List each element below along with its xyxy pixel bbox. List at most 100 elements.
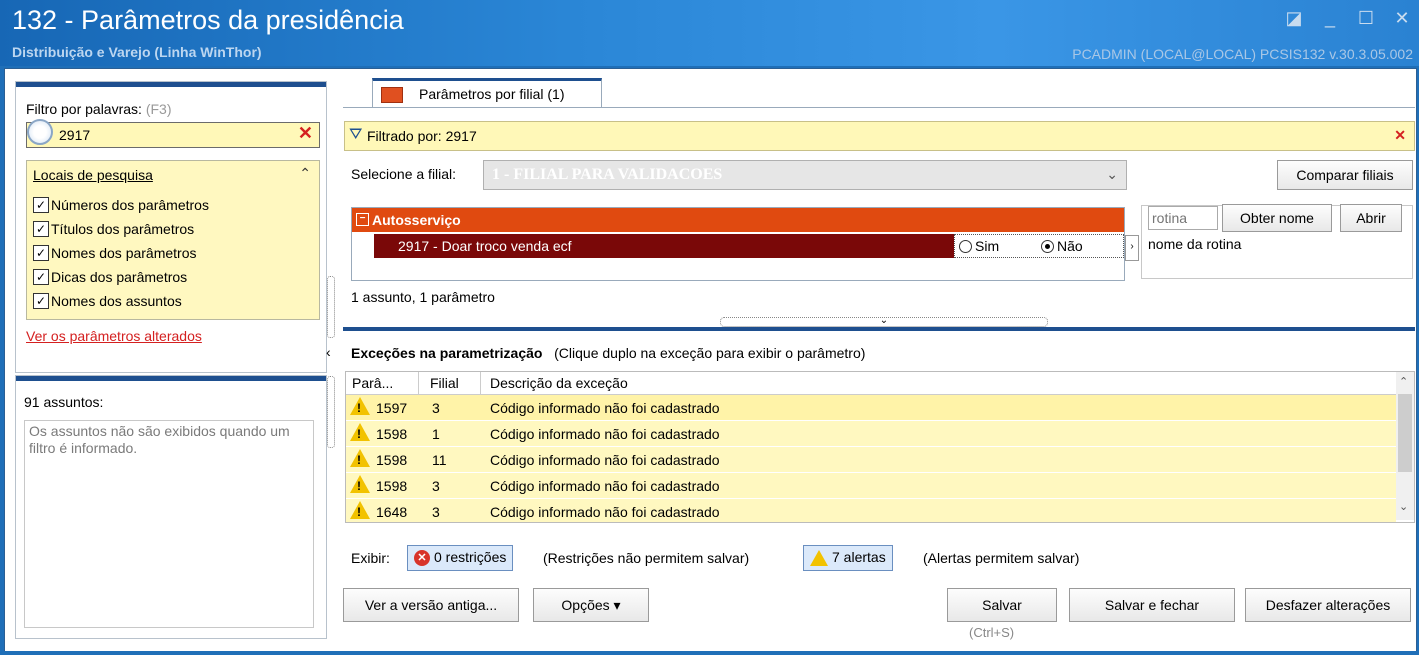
scroll-thumb[interactable]: [1398, 394, 1412, 472]
warning-icon: [350, 423, 370, 441]
warning-icon: [350, 397, 370, 415]
param-value-options: Sim Não: [954, 234, 1124, 258]
tree-expand-arrow[interactable]: ›: [1125, 235, 1139, 261]
subjects-panel: 91 assuntos: Os assuntos não são exibido…: [15, 375, 327, 639]
tree-summary: 1 assunto, 1 parâmetro: [351, 289, 495, 305]
filter-shortcut: (F3): [145, 101, 172, 117]
checkbox-subject-names[interactable]: ✓ Nomes dos assuntos: [33, 293, 182, 309]
table-row[interactable]: 1597 3 Código informado não foi cadastra…: [346, 395, 1396, 420]
exceptions-title: Exceções na parametrização: [351, 345, 543, 361]
col-header-desc[interactable]: Descrição da exceção: [490, 375, 628, 391]
filtered-by-label: Filtrado por: 2917: [367, 128, 477, 144]
radio-no[interactable]: Não: [1041, 238, 1083, 254]
bottom-border: [0, 651, 1419, 655]
branch-select[interactable]: 1 - FILIAL PARA VALIDACOES ⌄: [483, 160, 1127, 190]
checkbox-check-icon: ✓: [33, 269, 49, 285]
compare-branches-button[interactable]: Comparar filiais: [1277, 160, 1413, 190]
collapse-group-icon[interactable]: −: [356, 213, 369, 226]
scroll-down-icon: ⌄: [1399, 501, 1409, 513]
tab-params-by-branch[interactable]: Parâmetros por filial (1): [372, 78, 602, 108]
error-icon: ✕: [414, 550, 430, 567]
search-icon: [27, 119, 53, 145]
search-input[interactable]: [57, 125, 291, 145]
tab-label: Parâmetros por filial (1): [419, 86, 565, 102]
subjects-count: 91 assuntos:: [24, 394, 104, 410]
window-subtitle: Distribuição e Varejo (Linha WinThor): [12, 44, 262, 60]
routine-input[interactable]: [1148, 206, 1218, 230]
search-box: ✕: [26, 119, 320, 148]
checkbox-check-icon: ✓: [33, 293, 49, 309]
radio-circle-icon: [1041, 239, 1054, 253]
exceptions-hint: (Clique duplo na exceção para exibir o p…: [554, 345, 866, 361]
routine-name: nome da rotina: [1148, 236, 1242, 252]
grid-header: Parâ... Filial Descrição da exceção: [346, 372, 1414, 395]
close-icon[interactable]: ✕: [1393, 8, 1411, 29]
chevron-down-icon: ⌄: [1106, 166, 1118, 182]
filter-panel: Filtro por palavras: (F3) ✕ Locais de pe…: [15, 81, 327, 373]
changed-params-link[interactable]: Ver os parâmetros alterados: [26, 328, 202, 344]
tree-param-row[interactable]: 2917 - Doar troco venda ecf Sim Não: [374, 234, 1124, 258]
chevron-down-icon: ⌄: [879, 315, 889, 326]
checkbox-param-names[interactable]: ✓ Nomes dos parâmetros: [33, 245, 197, 261]
branch-label: Selecione a filial:: [351, 166, 457, 182]
table-row[interactable]: 1598 3 Código informado não foi cadastra…: [346, 473, 1396, 498]
radio-circle-icon: [959, 239, 972, 253]
checkbox-check-icon: ✓: [33, 221, 49, 237]
restrictions-toggle[interactable]: ✕ 0 restrições: [407, 545, 514, 571]
save-shortcut: (Ctrl+S): [969, 625, 1015, 640]
checkbox-check-icon: ✓: [33, 245, 49, 261]
save-button[interactable]: Salvar: [947, 588, 1057, 622]
col-header-param[interactable]: Parâ...: [352, 375, 393, 391]
window-title: 132 - Parâmetros da presidência: [12, 5, 404, 35]
undo-changes-button[interactable]: Desfazer alterações: [1245, 588, 1411, 622]
table-row[interactable]: 1598 1 Código informado não foi cadastra…: [346, 421, 1396, 446]
checkbox-param-numbers[interactable]: ✓ Números dos parâmetros: [33, 197, 209, 213]
alerts-note: (Alertas permitem salvar): [923, 550, 1080, 566]
filter-label: Filtro por palavras: (F3): [26, 101, 172, 117]
main-area: Filtro por palavras: (F3) ✕ Locais de pe…: [4, 68, 1417, 653]
col-header-filial[interactable]: Filial: [430, 375, 459, 391]
filtered-by-bar: ⛛ Filtrado por: 2917 ✕: [344, 121, 1415, 151]
checkbox-param-tips[interactable]: ✓ Dicas dos parâmetros: [33, 269, 187, 285]
splitter-grip: [327, 276, 335, 338]
search-locations-title: Locais de pesquisa: [33, 167, 153, 183]
show-label: Exibir:: [351, 550, 390, 566]
maximize-icon[interactable]: ☐: [1357, 8, 1375, 29]
window-controls: ◪ _ ☐ ✕: [1285, 8, 1411, 29]
param-tree: − Autosserviço 2917 - Doar troco venda e…: [351, 207, 1125, 281]
horizontal-splitter[interactable]: ⌄: [720, 315, 1048, 327]
get-name-button[interactable]: Obter nome: [1222, 204, 1332, 232]
warning-icon: [810, 550, 828, 567]
table-row[interactable]: 1648 3 Código informado não foi cadastra…: [346, 499, 1396, 522]
clear-search-icon[interactable]: ✕: [298, 123, 313, 144]
checkbox-param-titles[interactable]: ✓ Títulos dos parâmetros: [33, 221, 194, 237]
splitter-grip: [327, 376, 335, 448]
clear-filter-icon[interactable]: ✕: [1394, 127, 1406, 144]
filter-funnel-icon: ⛛: [349, 126, 363, 143]
grid-scrollbar[interactable]: ⌃ ⌄: [1396, 372, 1414, 520]
restrictions-note: (Restrições não permitem salvar): [543, 550, 750, 566]
restore-icon[interactable]: ◪: [1285, 8, 1303, 29]
warning-icon: [350, 475, 370, 493]
alerts-toggle[interactable]: 7 alertas: [803, 545, 893, 571]
checkbox-check-icon: ✓: [33, 197, 49, 213]
open-button[interactable]: Abrir: [1340, 204, 1402, 232]
table-row[interactable]: 1598 11 Código informado não foi cadastr…: [346, 447, 1396, 472]
collapse-chevron-icon[interactable]: ⌃: [299, 165, 311, 182]
collapse-left-icon[interactable]: ‹: [326, 344, 331, 360]
tree-group-autosservico[interactable]: − Autosserviço: [352, 208, 1124, 232]
panel-header-bar: [16, 376, 326, 381]
minimize-icon[interactable]: _: [1321, 8, 1339, 29]
tree-param-label: 2917 - Doar troco venda ecf: [398, 238, 572, 254]
old-version-button[interactable]: Ver a versão antiga...: [343, 588, 519, 622]
vertical-splitter[interactable]: ‹: [326, 276, 335, 448]
save-and-close-button[interactable]: Salvar e fechar: [1069, 588, 1235, 622]
folder-icon: [381, 87, 403, 103]
user-info: PCADMIN (LOCAL@LOCAL) PCSIS132 v.30.3.05…: [1072, 46, 1413, 62]
options-button[interactable]: Opções ▾: [533, 588, 649, 622]
panel-header-bar: [16, 82, 326, 87]
branch-select-value: 1 - FILIAL PARA VALIDACOES: [492, 166, 723, 183]
radio-yes[interactable]: Sim: [959, 238, 999, 254]
routine-box: Obter nome Abrir nome da rotina: [1141, 204, 1413, 279]
warning-icon: [350, 449, 370, 467]
